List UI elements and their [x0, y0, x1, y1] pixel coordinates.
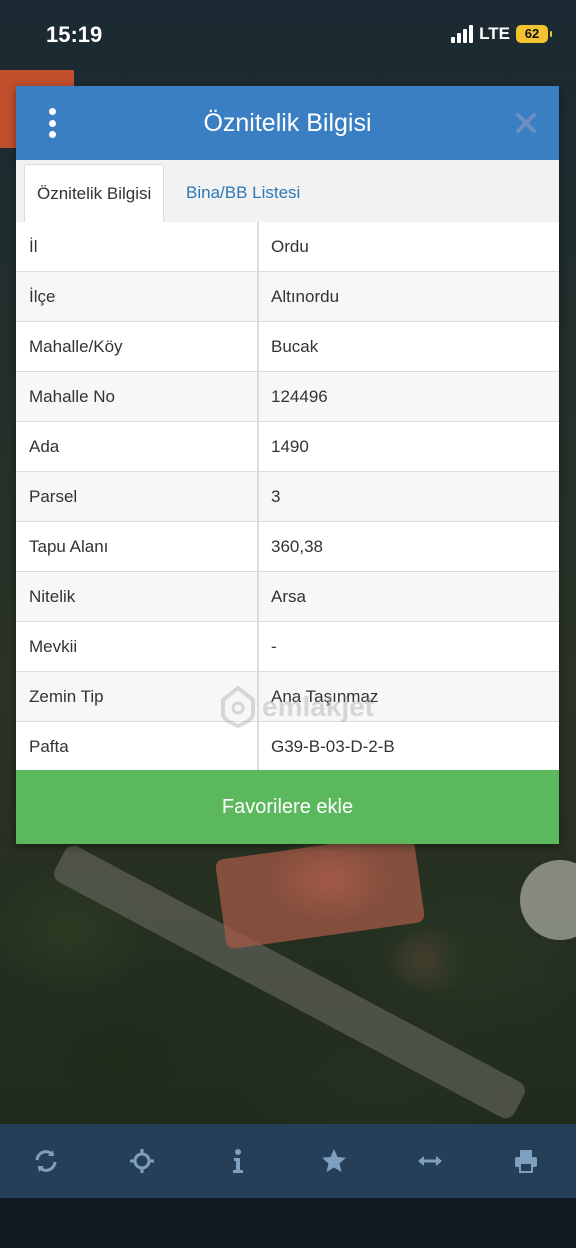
attribute-info-dialog: Öznitelik Bilgisi Öznitelik Bilgisi Bina… — [16, 86, 559, 844]
house-pin-icon — [221, 686, 255, 728]
attribute-key: Mahalle/Köy — [16, 322, 259, 371]
dialog-header: Öznitelik Bilgisi — [16, 86, 559, 160]
table-row: Tapu Alanı 360,38 — [16, 522, 559, 572]
attribute-key: Ada — [16, 422, 259, 471]
tab-attribute-info[interactable]: Öznitelik Bilgisi — [24, 164, 165, 224]
attribute-value: 1490 — [271, 437, 309, 456]
home-indicator-area — [0, 1198, 576, 1248]
attribute-value: - — [271, 637, 277, 656]
attribute-key: İlçe — [16, 272, 259, 321]
map-toolbar — [0, 1124, 576, 1198]
attribute-key: İl — [16, 222, 259, 271]
table-row: Mahalle No 124496 — [16, 372, 559, 422]
refresh-icon[interactable] — [33, 1148, 59, 1174]
table-row: İlçe Altınordu — [16, 272, 559, 322]
table-row: Mevkii - — [16, 622, 559, 672]
attribute-value: Ordu — [271, 237, 309, 256]
tab-building-list[interactable]: Bina/BB Listesi — [174, 164, 312, 222]
attribute-key: Nitelik — [16, 572, 259, 621]
more-menu-icon[interactable] — [46, 108, 58, 138]
attribute-value: Altınordu — [271, 287, 340, 306]
attribute-value: Arsa — [271, 587, 306, 606]
measure-icon[interactable] — [417, 1148, 443, 1174]
attribute-value: 124496 — [271, 387, 328, 406]
add-favorites-button[interactable]: Favorilere ekle — [16, 770, 559, 844]
print-icon[interactable] — [513, 1148, 539, 1174]
info-icon[interactable] — [225, 1148, 251, 1174]
status-indicators: LTE 62 — [451, 24, 552, 44]
table-row: Parsel 3 — [16, 472, 559, 522]
attribute-value: 360,38 — [271, 537, 323, 556]
attribute-key: Mevkii — [16, 622, 259, 671]
table-row: Ada 1490 — [16, 422, 559, 472]
watermark-logo: emlakjet — [220, 686, 374, 728]
status-bar: 15:19 LTE 62 — [0, 0, 576, 70]
signal-icon — [451, 25, 474, 43]
attribute-value: G39-B-03-D-2-B — [271, 737, 395, 756]
battery-icon: 62 — [516, 25, 552, 43]
close-icon[interactable] — [513, 110, 539, 136]
attribute-key: Pafta — [16, 722, 259, 771]
star-icon[interactable] — [321, 1148, 347, 1174]
watermark-text: emlakjet — [262, 691, 375, 722]
attribute-value: 3 — [271, 487, 281, 506]
dialog-title: Öznitelik Bilgisi — [203, 109, 372, 137]
attribute-key: Mahalle No — [16, 372, 259, 421]
tab-bar: Öznitelik Bilgisi Bina/BB Listesi — [16, 160, 559, 224]
network-label: LTE — [479, 24, 510, 43]
attribute-key: Tapu Alanı — [16, 522, 259, 571]
attribute-key: Parsel — [16, 472, 259, 521]
locate-icon[interactable] — [129, 1148, 155, 1174]
status-time: 15:19 — [46, 22, 103, 47]
table-row: Mahalle/Köy Bucak — [16, 322, 559, 372]
attribute-value: Bucak — [271, 337, 319, 356]
table-row: Pafta G39-B-03-D-2-B — [16, 722, 559, 772]
table-row: İl Ordu — [16, 222, 559, 272]
table-row: Nitelik Arsa — [16, 572, 559, 622]
